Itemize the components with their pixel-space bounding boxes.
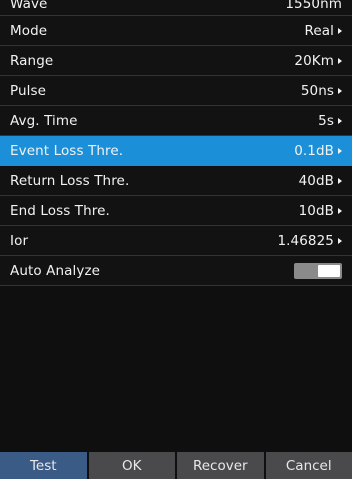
setting-value: 5s: [318, 113, 342, 129]
chevron-right-icon: [338, 207, 342, 214]
cancel-button[interactable]: Cancel: [265, 452, 352, 479]
chevron-right-icon: [338, 27, 342, 34]
chevron-right-icon: [338, 237, 342, 244]
setting-value-text: 10dB: [298, 202, 334, 219]
setting-value-text: 0.1dB: [294, 142, 334, 159]
setting-row-range[interactable]: Range 20Km: [0, 46, 352, 76]
bottom-button-bar: Test OK Recover Cancel: [0, 452, 352, 479]
setting-row-return-loss-threshold[interactable]: Return Loss Thre. 40dB: [0, 166, 352, 196]
setting-label: Auto Analyze: [10, 262, 101, 279]
setting-value: [294, 262, 342, 279]
test-button[interactable]: Test: [0, 452, 87, 479]
setting-row-end-loss-threshold[interactable]: End Loss Thre. 10dB: [0, 196, 352, 226]
settings-screen: Wave 1550nm Mode Real Range 20Km Pulse 5…: [0, 0, 352, 479]
setting-value-text: 40dB: [298, 172, 334, 189]
setting-row-pulse[interactable]: Pulse 50ns: [0, 76, 352, 106]
setting-value-text: 1550nm: [285, 0, 342, 12]
chevron-right-icon: [338, 57, 342, 64]
setting-value: 50ns: [301, 83, 342, 99]
ok-button[interactable]: OK: [88, 452, 175, 479]
chevron-right-icon: [338, 177, 342, 184]
setting-value: 1.46825: [277, 233, 342, 249]
setting-value-text: 50ns: [300, 82, 334, 99]
setting-value: Real: [304, 23, 342, 39]
setting-row-auto-analyze[interactable]: Auto Analyze: [0, 256, 352, 286]
setting-row-mode[interactable]: Mode Real: [0, 16, 352, 46]
setting-value: 10dB: [299, 203, 342, 219]
setting-row-event-loss-threshold[interactable]: Event Loss Thre. 0.1dB: [0, 136, 352, 166]
setting-value: 1550nm: [285, 0, 342, 12]
setting-value-text: 20Km: [294, 52, 334, 69]
auto-analyze-toggle[interactable]: [294, 262, 342, 279]
recover-button[interactable]: Recover: [177, 452, 264, 479]
setting-label: Event Loss Thre.: [10, 142, 124, 159]
setting-label: Wave: [10, 0, 48, 12]
chevron-right-icon: [338, 117, 342, 124]
setting-row-wave[interactable]: Wave 1550nm: [0, 0, 352, 16]
setting-label: Ior: [10, 232, 29, 249]
setting-label: Return Loss Thre.: [10, 172, 130, 189]
setting-label: Mode: [10, 22, 48, 39]
setting-value-text: 5s: [318, 112, 334, 129]
toggle-knob: [318, 264, 340, 277]
setting-label: Avg. Time: [10, 112, 78, 129]
setting-value: 40dB: [299, 173, 342, 189]
setting-label: Pulse: [10, 82, 47, 99]
settings-list: Wave 1550nm Mode Real Range 20Km Pulse 5…: [0, 0, 352, 286]
setting-value: 0.1dB: [294, 143, 342, 159]
chevron-right-icon: [338, 147, 342, 154]
chevron-right-icon: [338, 87, 342, 94]
setting-value: 20Km: [294, 53, 342, 69]
setting-label: End Loss Thre.: [10, 202, 110, 219]
setting-value-text: Real: [304, 22, 334, 39]
setting-row-avg-time[interactable]: Avg. Time 5s: [0, 106, 352, 136]
setting-value-text: 1.46825: [277, 232, 334, 249]
setting-label: Range: [10, 52, 54, 69]
setting-row-ior[interactable]: Ior 1.46825: [0, 226, 352, 256]
